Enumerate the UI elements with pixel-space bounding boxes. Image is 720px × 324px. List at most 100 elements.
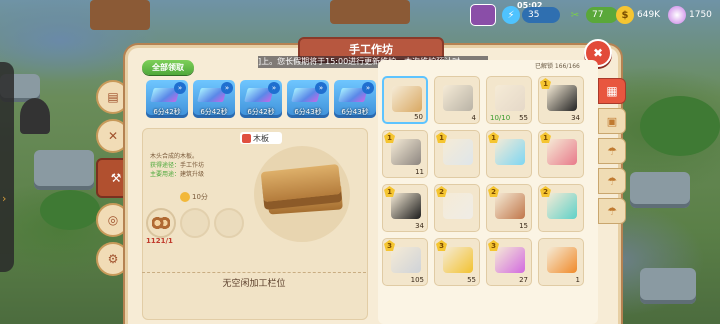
item-quantity: 55	[519, 114, 528, 122]
hud-avatar[interactable]	[470, 4, 496, 26]
energy-value: 35	[522, 7, 560, 23]
source-value: 手工作坊	[180, 162, 205, 169]
slot-timer: 6分42秒	[153, 108, 181, 116]
bag-tab-icon[interactable]: ▤	[96, 80, 130, 114]
logs-icon	[152, 216, 170, 230]
grid-cell[interactable]: 1	[538, 238, 584, 286]
grid-cell[interactable]: 1	[486, 130, 532, 178]
item-quantity: 15	[519, 222, 528, 230]
glass-item-icon	[495, 139, 525, 165]
lightning-icon: ⚡	[502, 6, 520, 24]
collect-all-button[interactable]: 全部领取	[142, 60, 194, 75]
stone-brick-item-icon	[443, 85, 473, 111]
material-slot-empty[interactable]	[180, 208, 210, 238]
hud-gems[interactable]: 1750	[668, 4, 712, 26]
material-slot-empty[interactable]	[214, 208, 244, 238]
grid-cell[interactable]: 3 27	[486, 238, 532, 286]
item-name: 木板	[240, 132, 282, 144]
crate-icon: ▣	[606, 114, 618, 128]
item-quantity: 34	[571, 114, 580, 122]
umbrella-icon: ☂	[607, 204, 617, 218]
grid-cell[interactable]: 1	[434, 130, 480, 178]
close-icon[interactable]: ✖	[593, 46, 603, 60]
coal-item-icon	[547, 85, 577, 111]
umbrella-icon: ☂	[607, 174, 617, 188]
grid-cell[interactable]: 1 11	[382, 130, 428, 178]
nails-item-icon	[443, 139, 473, 165]
material-slot-logs[interactable]	[146, 208, 176, 238]
fast-forward-icon[interactable]: »	[174, 82, 186, 94]
category-tab[interactable]: ☂	[598, 168, 626, 194]
craft-time: 10分	[180, 192, 208, 202]
hut	[330, 0, 410, 24]
grid-cell[interactable]: 3 55	[434, 238, 480, 286]
grid-cell[interactable]: 2	[434, 184, 480, 232]
level-star-badge: 1	[540, 78, 551, 89]
level-star-badge: 1	[436, 132, 447, 143]
slot-timer: 6分42秒	[200, 108, 228, 116]
grid-cell[interactable]: 3 105	[382, 238, 428, 286]
queue-slot[interactable]: » 6分43秒	[287, 80, 329, 118]
silver-ingot-item-icon	[391, 247, 421, 273]
item-quantity: 27	[519, 276, 528, 284]
queue-slot[interactable]: » 6分42秒	[193, 80, 235, 118]
queue-slot[interactable]: » 6分43秒	[334, 80, 376, 118]
grid-cell[interactable]: 1 34	[382, 184, 428, 232]
level-star-badge: 3	[488, 240, 499, 251]
avatar-icon[interactable]	[470, 4, 496, 26]
fast-forward-icon[interactable]: »	[315, 82, 327, 94]
level-star-badge: 1	[384, 132, 395, 143]
unlock-count: 已解锁 166/166	[535, 63, 580, 70]
level-star-badge: 2	[540, 186, 551, 197]
grid-cell[interactable]: 1	[538, 130, 584, 178]
fast-forward-icon[interactable]: »	[268, 82, 280, 94]
level-star-badge: 3	[436, 240, 447, 251]
fast-forward-icon[interactable]: »	[362, 82, 374, 94]
ribbon-item-icon	[547, 139, 577, 165]
chevron-right-icon[interactable]: ›	[2, 192, 6, 205]
hammer-item-icon	[495, 85, 525, 111]
map-tab-icon[interactable]: ◎	[96, 203, 130, 237]
category-tab[interactable]: ☂	[598, 138, 626, 164]
durability-text: 10/10	[490, 114, 511, 122]
grid-cell[interactable]: 2 15	[486, 184, 532, 232]
tools-value: 77	[586, 7, 618, 23]
description-text: 木头合成的木板。	[150, 153, 199, 160]
grid-cell[interactable]: 4	[434, 76, 480, 124]
item-description: 木头合成的木板。 获得途径：手工作坊 主要用途：建筑升级	[150, 152, 230, 179]
fast-forward-icon[interactable]: »	[221, 82, 233, 94]
queue-slot[interactable]: » 6分42秒	[146, 80, 188, 118]
category-tab[interactable]: ▣	[598, 108, 626, 134]
item-quantity: 50	[414, 113, 423, 121]
rock	[640, 268, 696, 304]
npc-character[interactable]	[20, 98, 50, 134]
slot-timer: 6分42秒	[247, 108, 275, 116]
tools-tab-icon[interactable]: ✕	[96, 119, 130, 153]
grid-cell[interactable]: 2	[538, 184, 584, 232]
category-tab[interactable]: ☂	[598, 198, 626, 224]
grid-cell[interactable]: 1 34	[538, 76, 584, 124]
queue-slot[interactable]: » 6分42秒	[240, 80, 282, 118]
gem-icon	[668, 6, 686, 24]
level-star-badge: 1	[384, 186, 395, 197]
item-name-text: 木板	[253, 133, 269, 143]
clock-icon	[180, 192, 190, 202]
grid-all-tab-icon[interactable]: ▦	[598, 78, 626, 104]
item-grid: 50 4 10/10 55 1 34 1 11 1 1 1 1 34 2 2 15 2 3 105 3 55 3 27 1	[382, 76, 584, 286]
item-quantity: 34	[415, 222, 424, 230]
hud-gold[interactable]: $ 649K	[616, 4, 660, 26]
settings-tab-icon[interactable]: ⚙	[96, 242, 130, 276]
grid-cell[interactable]: 10/10 55	[486, 76, 532, 124]
slot-timer: 6分43秒	[341, 108, 369, 116]
paper-roll-item-icon	[443, 193, 473, 219]
cloud-block-item-icon	[547, 193, 577, 219]
umbrella-icon: ☂	[607, 144, 617, 158]
hud-tools[interactable]: ✂ 77	[566, 4, 618, 26]
iron-block-item-icon	[391, 139, 421, 165]
grid-cell[interactable]: 50	[382, 76, 428, 124]
slot-timer: 6分43秒	[294, 108, 322, 116]
tools-icon: ✂	[570, 9, 580, 21]
grid-icon: ▦	[606, 84, 618, 98]
side-dock[interactable]: ›	[0, 62, 14, 272]
hud-energy[interactable]: ⚡ 35	[502, 4, 560, 26]
